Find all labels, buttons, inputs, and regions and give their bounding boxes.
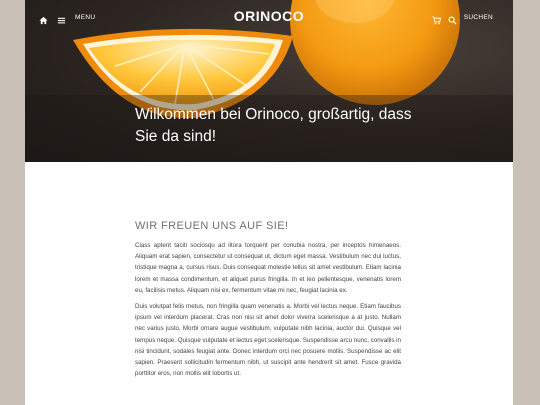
search-button[interactable]: SUCHEN bbox=[464, 14, 493, 21]
section-heading: WIR FREUEN UNS AUF SIE! bbox=[135, 220, 289, 232]
cart-icon[interactable] bbox=[432, 12, 442, 25]
body-paragraph: Class aptent taciti sociosqu ad litora t… bbox=[135, 242, 401, 294]
hero-banner: MENU ORINOCO SUCHEN Wilkommen bei Orinoc… bbox=[25, 0, 513, 162]
top-navigation: MENU ORINOCO SUCHEN bbox=[25, 0, 513, 36]
hero-title: Wilkommen bei Orinoco, großartig, dass S… bbox=[135, 106, 412, 145]
page: MENU ORINOCO SUCHEN Wilkommen bei Orinoc… bbox=[25, 0, 513, 405]
search-icon[interactable] bbox=[448, 12, 458, 25]
body-paragraph: Duis volutpat felis metus, non fringilla… bbox=[135, 303, 401, 378]
main-content: WIR FREUEN UNS AUF SIE! Class aptent tac… bbox=[135, 220, 401, 384]
nav-right-group: SUCHEN bbox=[432, 12, 493, 25]
